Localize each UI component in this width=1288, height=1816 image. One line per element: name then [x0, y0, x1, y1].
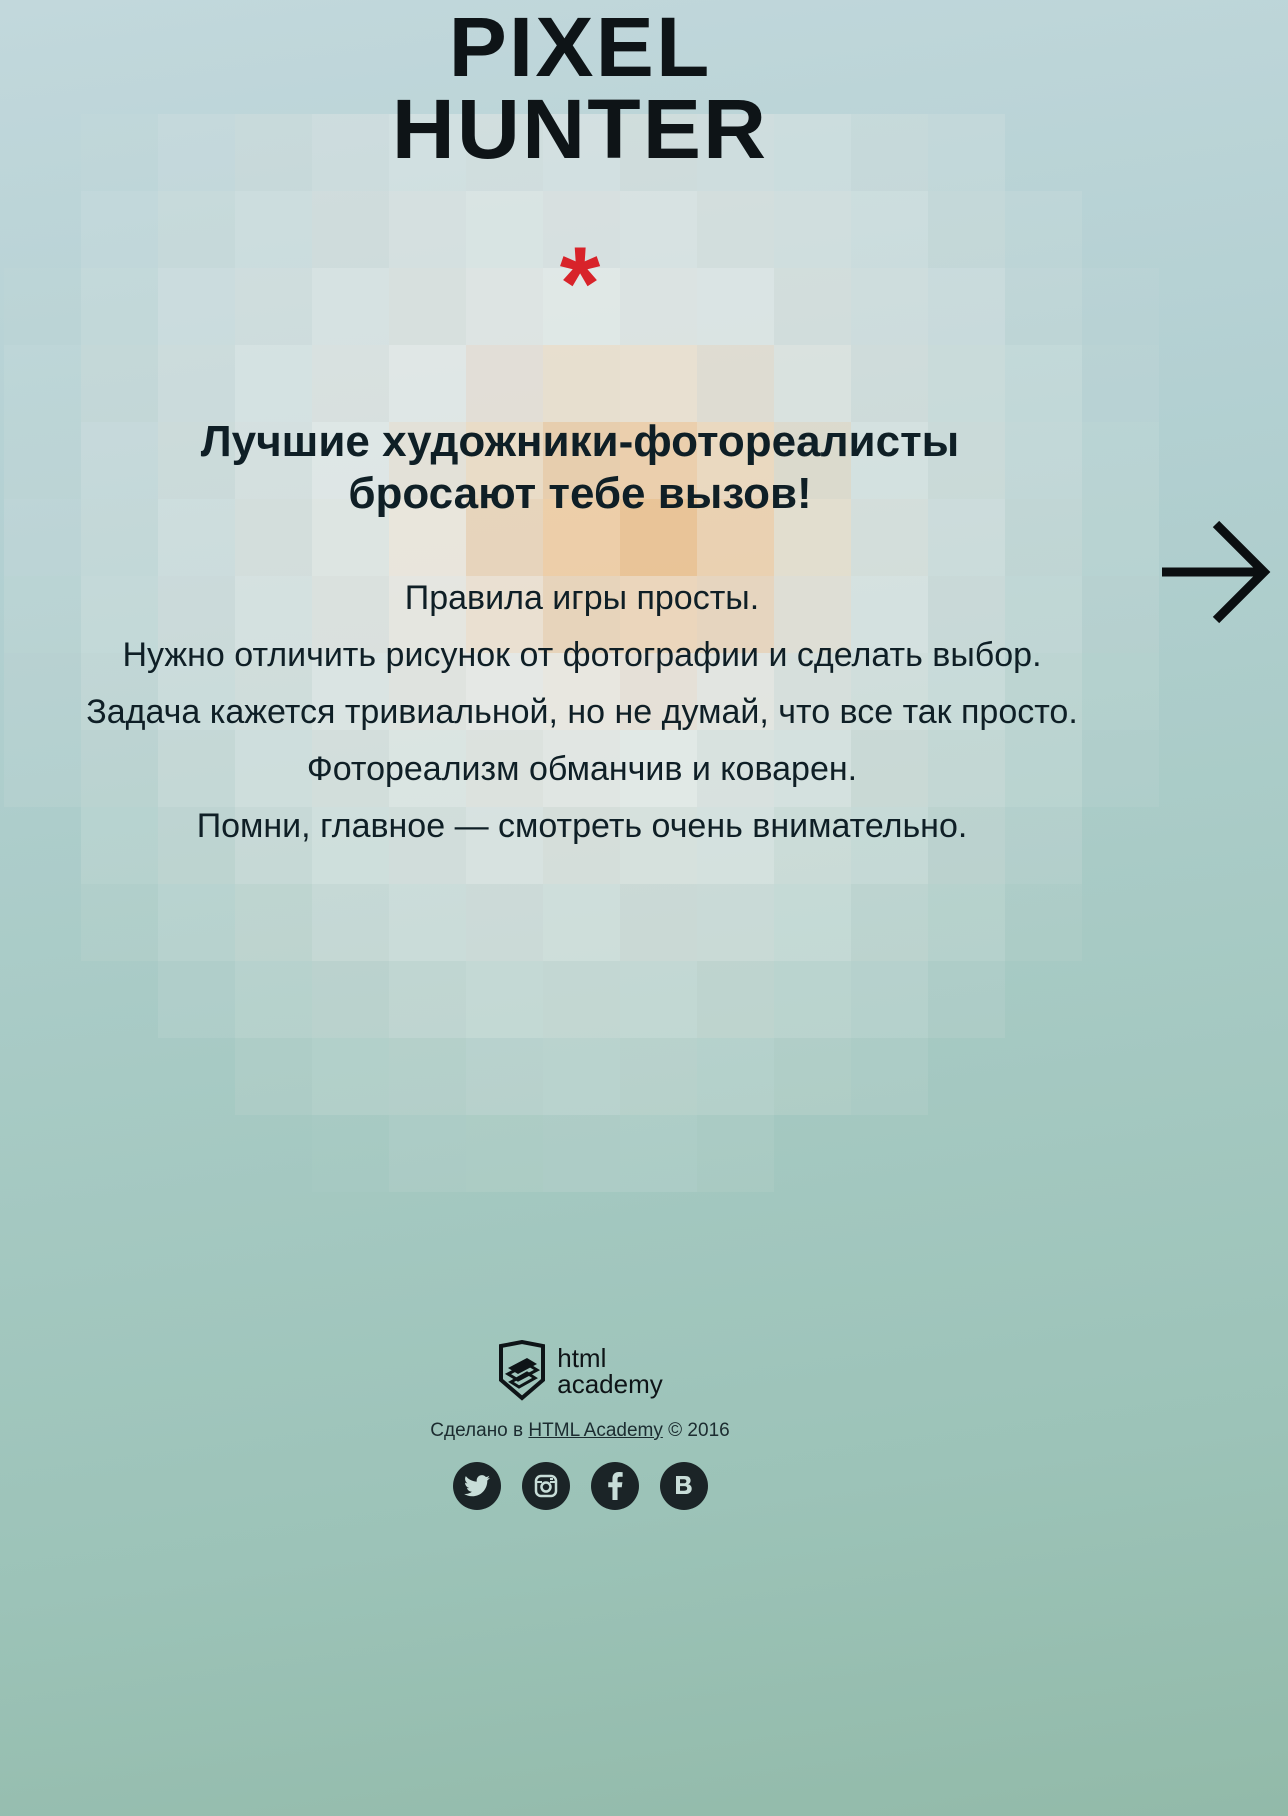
mosaic-tile — [235, 345, 312, 422]
mosaic-tile — [235, 884, 312, 961]
mosaic-tile — [389, 961, 466, 1038]
html-academy-wordmark: html academy — [557, 1345, 663, 1397]
intro-title-line-2: бросают тебе вызов! — [348, 469, 812, 518]
academy-word-academy: academy — [557, 1369, 663, 1399]
rules-line: Нужно отличить рисунок от фотографии и с… — [122, 636, 1042, 674]
mosaic-tile — [1005, 345, 1082, 422]
social-links — [452, 1462, 708, 1510]
mosaic-tile — [620, 1115, 697, 1192]
mosaic-tile — [81, 345, 158, 422]
mosaic-tile — [235, 961, 312, 1038]
intro-title: Лучшие художники-фотореалисты бросают те… — [60, 416, 1100, 520]
intro-title-line-1: Лучшие художники-фотореалисты — [200, 417, 960, 466]
html-academy-shield-icon — [499, 1340, 546, 1401]
mosaic-tile — [620, 345, 697, 422]
mosaic-tile — [697, 884, 774, 961]
mosaic-tile — [851, 961, 928, 1038]
mosaic-tile — [774, 1038, 851, 1115]
mosaic-tile — [389, 345, 466, 422]
mosaic-tile — [543, 345, 620, 422]
logo-line-pixel: PIXEL — [448, 0, 712, 94]
mosaic-tile — [851, 1038, 928, 1115]
facebook-icon — [607, 1472, 623, 1500]
html-academy-link[interactable]: HTML Academy — [528, 1420, 662, 1441]
mosaic-tile — [466, 961, 543, 1038]
copyright-year: © 2016 — [668, 1420, 730, 1441]
mosaic-tile — [312, 1115, 389, 1192]
footer: html academy Сделано в HTML Academy © 20… — [0, 1340, 1160, 1510]
instagram-icon — [534, 1474, 557, 1498]
mosaic-tile — [697, 961, 774, 1038]
instagram-link[interactable] — [521, 1462, 570, 1510]
mosaic-tile — [774, 884, 851, 961]
next-button[interactable] — [1158, 518, 1272, 626]
mosaic-tile — [1005, 884, 1082, 961]
mosaic-tile — [466, 345, 543, 422]
mosaic-tile — [235, 1038, 312, 1115]
mosaic-tile — [543, 1038, 620, 1115]
mosaic-tile — [620, 961, 697, 1038]
mosaic-tile — [158, 345, 235, 422]
mosaic-tile — [389, 1115, 466, 1192]
mosaic-tile — [697, 1038, 774, 1115]
logo-line-hunter: HUNTER — [391, 82, 769, 176]
mosaic-tile — [312, 1038, 389, 1115]
red-asterisk: * — [559, 226, 601, 342]
mosaic-tile — [158, 961, 235, 1038]
mosaic-tile — [928, 961, 1005, 1038]
mosaic-tile — [774, 345, 851, 422]
mosaic-tile — [928, 884, 1005, 961]
rules-line: Помни, главное — смотреть очень внимател… — [196, 807, 968, 845]
mosaic-tile — [543, 884, 620, 961]
rules-line: Задача кажется тривиальной, но не думай,… — [86, 693, 1078, 731]
html-academy-logo-link[interactable]: html academy — [497, 1340, 663, 1402]
mosaic-tile — [389, 884, 466, 961]
arrow-right-icon — [1162, 520, 1271, 624]
twitter-link[interactable] — [452, 1462, 501, 1510]
mosaic-tile — [466, 1115, 543, 1192]
mosaic-tile — [312, 884, 389, 961]
mosaic-tile — [774, 961, 851, 1038]
mosaic-tile — [81, 884, 158, 961]
mosaic-tile — [697, 1115, 774, 1192]
copyright: Сделано в HTML Academy © 2016 — [0, 1420, 1160, 1442]
facebook-link[interactable] — [590, 1462, 639, 1510]
pixel-hunter-logo: PIXEL HUNTER — [0, 0, 1183, 176]
mosaic-tile — [543, 1115, 620, 1192]
rules-list: Правила игры просты. Нужно отличить рису… — [0, 570, 1164, 855]
mosaic-tile — [466, 1038, 543, 1115]
mosaic-tile — [312, 961, 389, 1038]
mosaic-tile — [851, 884, 928, 961]
mosaic-tile — [851, 345, 928, 422]
made-in-text: Сделано в — [430, 1420, 524, 1441]
mosaic-tile — [697, 345, 774, 422]
vk-link[interactable] — [659, 1462, 708, 1510]
rules-line: Фотореализм обманчив и коварен. — [306, 750, 858, 788]
twitter-icon — [463, 1475, 490, 1497]
vk-icon — [675, 1476, 692, 1494]
mosaic-tile — [389, 1038, 466, 1115]
mosaic-tile — [543, 961, 620, 1038]
mosaic-tile — [1082, 345, 1159, 422]
rules-line: Правила игры просты. — [404, 579, 760, 617]
mosaic-tile — [312, 345, 389, 422]
mosaic-tile — [620, 884, 697, 961]
mosaic-tile — [4, 345, 81, 422]
mosaic-tile — [158, 884, 235, 961]
mosaic-tile — [466, 884, 543, 961]
mosaic-tile — [928, 345, 1005, 422]
mosaic-tile — [620, 1038, 697, 1115]
